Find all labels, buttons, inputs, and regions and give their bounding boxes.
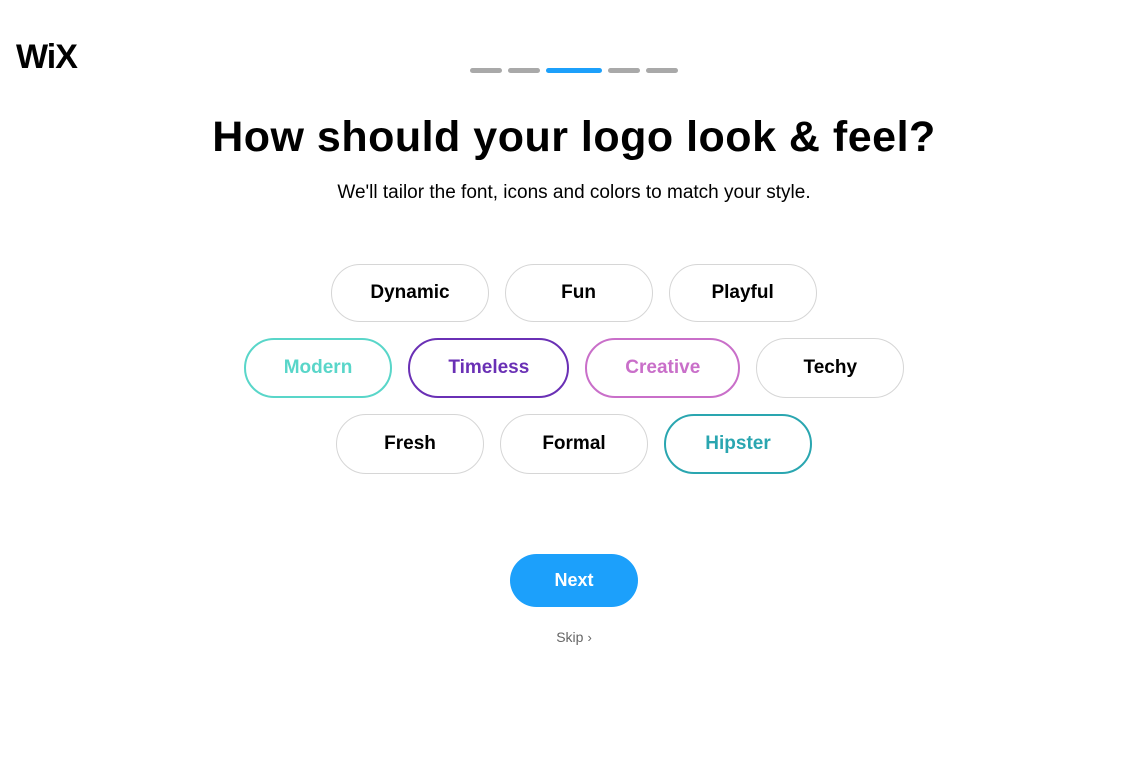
next-button[interactable]: Next <box>510 554 637 607</box>
chip-fun[interactable]: Fun <box>505 264 653 322</box>
chip-row-1: Dynamic Fun Playful <box>331 264 816 322</box>
progress-step-3 <box>546 68 602 73</box>
skip-label: Skip <box>556 629 583 645</box>
chip-techy[interactable]: Techy <box>756 338 904 398</box>
page-title: How should your logo look & feel? <box>0 113 1148 162</box>
chip-row-3: Fresh Formal Hipster <box>336 414 812 474</box>
chip-timeless[interactable]: Timeless <box>408 338 569 398</box>
style-chips-container: Dynamic Fun Playful Modern Timeless Crea… <box>0 264 1148 474</box>
page-subtitle: We'll tailor the font, icons and colors … <box>0 182 1148 204</box>
chip-playful[interactable]: Playful <box>669 264 817 322</box>
progress-bar <box>0 0 1148 73</box>
chip-fresh[interactable]: Fresh <box>336 414 484 474</box>
chip-modern[interactable]: Modern <box>244 338 393 398</box>
chip-formal[interactable]: Formal <box>500 414 648 474</box>
wix-logo: WiX <box>16 38 77 77</box>
progress-step-4 <box>608 68 640 73</box>
chip-dynamic[interactable]: Dynamic <box>331 264 488 322</box>
progress-step-1 <box>470 68 502 73</box>
chevron-right-icon: › <box>587 630 591 645</box>
chip-creative[interactable]: Creative <box>585 338 740 398</box>
progress-step-2 <box>508 68 540 73</box>
progress-step-5 <box>646 68 678 73</box>
chip-row-2: Modern Timeless Creative Techy <box>244 338 905 398</box>
skip-link[interactable]: Skip › <box>0 629 1148 645</box>
chip-hipster[interactable]: Hipster <box>664 414 812 474</box>
